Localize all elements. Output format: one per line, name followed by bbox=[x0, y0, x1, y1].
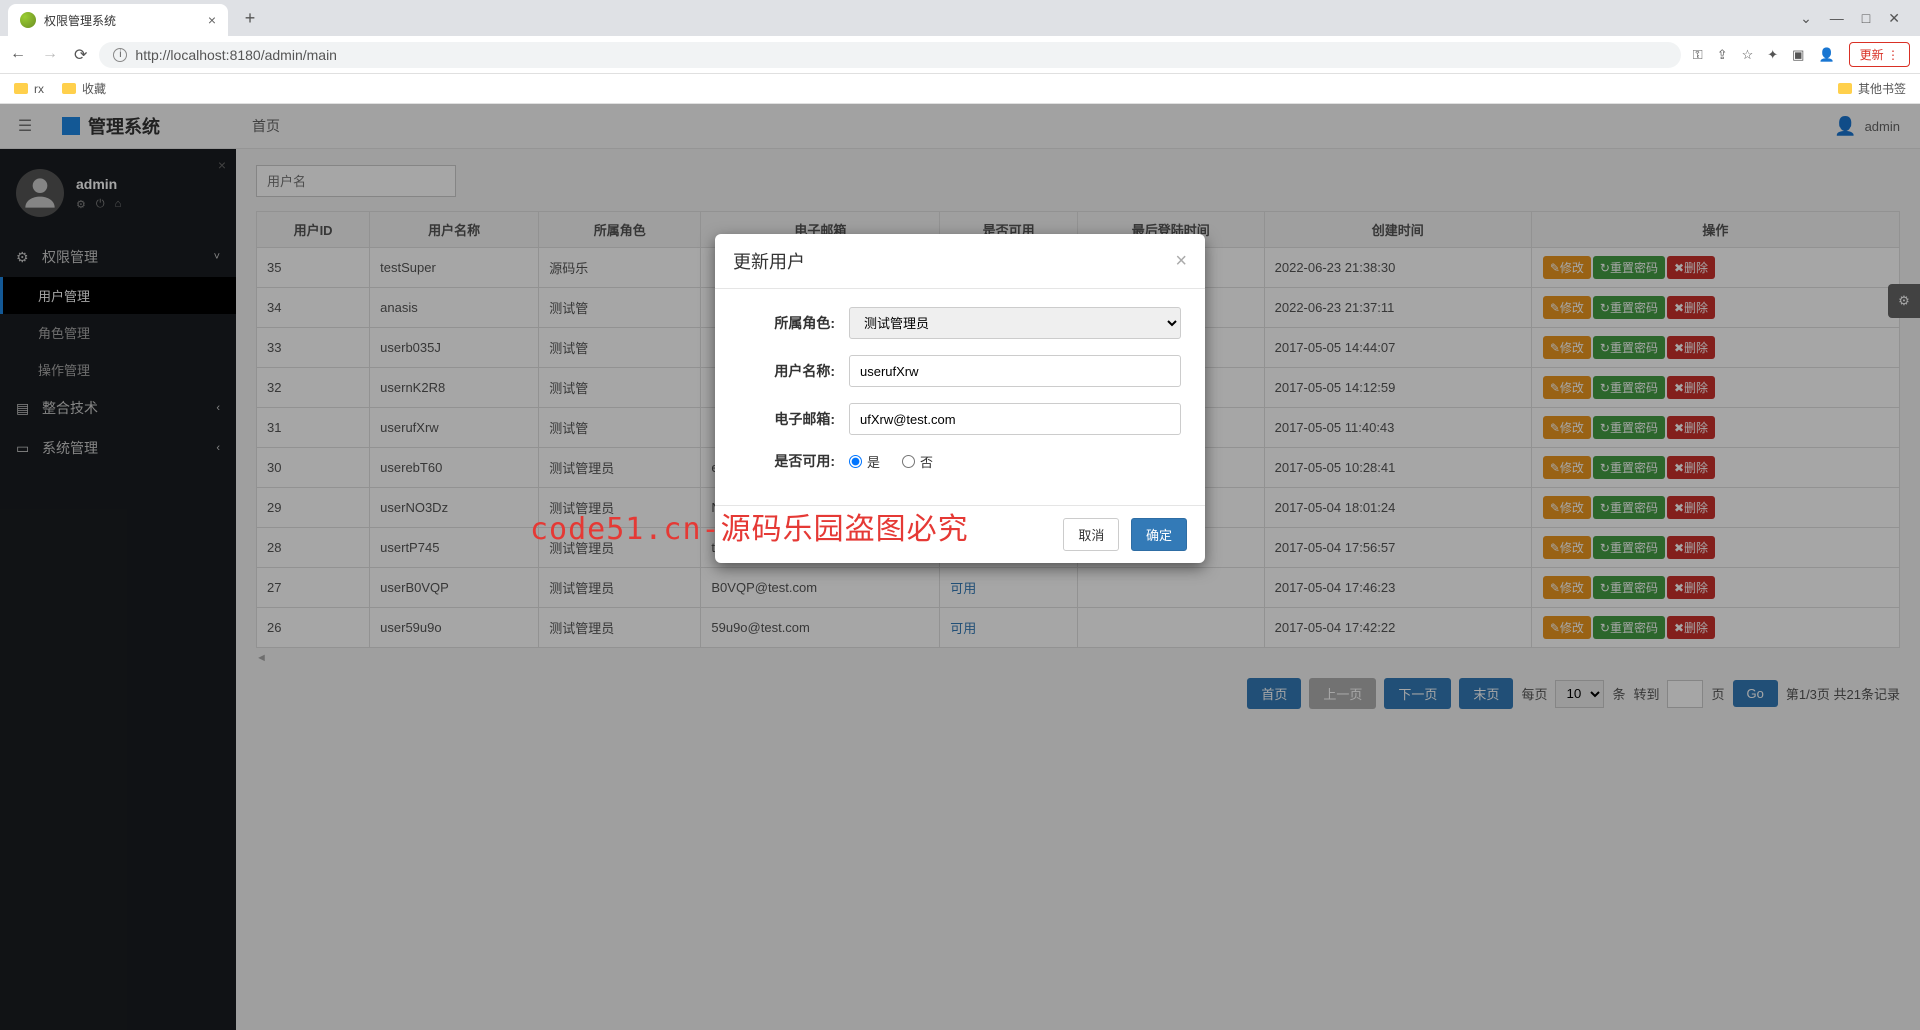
favicon-icon bbox=[20, 12, 36, 28]
profile-icon[interactable]: 👤 bbox=[1818, 47, 1834, 63]
email-input[interactable] bbox=[849, 403, 1181, 435]
tab-title: 权限管理系统 bbox=[44, 12, 200, 29]
browser-update-button[interactable]: 更新 ⋮ bbox=[1849, 42, 1910, 67]
address-bar: ← → ⟳ i http://localhost:8180/admin/main… bbox=[0, 36, 1920, 74]
folder-icon bbox=[1838, 83, 1852, 94]
folder-icon bbox=[14, 83, 28, 94]
window-controls: ⌄ — □ ✕ bbox=[1800, 10, 1912, 27]
radio-yes[interactable]: 是 bbox=[849, 452, 880, 471]
minimize-icon[interactable]: — bbox=[1830, 10, 1844, 27]
radio-no-input[interactable] bbox=[902, 455, 915, 468]
maximize-icon[interactable]: □ bbox=[1862, 10, 1870, 27]
browser-tab[interactable]: 权限管理系统 × bbox=[8, 4, 228, 36]
key-icon[interactable]: ⚿ bbox=[1693, 47, 1703, 63]
available-label: 是否可用: bbox=[739, 451, 849, 471]
username-label: 用户名称: bbox=[739, 361, 849, 381]
email-label: 电子邮箱: bbox=[739, 409, 849, 429]
forward-icon[interactable]: → bbox=[42, 45, 58, 65]
username-input[interactable] bbox=[849, 355, 1181, 387]
browser-chrome: 权限管理系统 × + ⌄ — □ ✕ ← → ⟳ i http://localh… bbox=[0, 0, 1920, 104]
reload-icon[interactable]: ⟳ bbox=[74, 45, 87, 65]
radio-no[interactable]: 否 bbox=[902, 452, 933, 471]
radio-yes-input[interactable] bbox=[849, 455, 862, 468]
chevron-down-icon[interactable]: ⌄ bbox=[1800, 10, 1812, 27]
modal-title: 更新用户 bbox=[733, 248, 805, 274]
close-window-icon[interactable]: ✕ bbox=[1888, 10, 1900, 27]
role-label: 所属角色: bbox=[739, 313, 849, 333]
confirm-button[interactable]: 确定 bbox=[1131, 518, 1187, 551]
update-user-modal: 更新用户 × 所属角色: 测试管理员 用户名称: 电子邮箱: 是否可用: 是 bbox=[715, 234, 1205, 563]
share-icon[interactable]: ⇪ bbox=[1717, 47, 1728, 63]
bookmark-fav[interactable]: 收藏 bbox=[62, 80, 106, 97]
app: ☰ 管理系统 首页 👤 admin × admin ⚙ ⏻ bbox=[0, 104, 1920, 1030]
modal-close-icon[interactable]: × bbox=[1175, 250, 1187, 273]
url-text: http://localhost:8180/admin/main bbox=[135, 47, 337, 63]
other-bookmarks[interactable]: 其他书签 bbox=[1838, 80, 1906, 97]
role-select[interactable]: 测试管理员 bbox=[849, 307, 1181, 339]
panel-icon[interactable]: ▣ bbox=[1792, 47, 1804, 63]
folder-icon bbox=[62, 83, 76, 94]
bookmarks-bar: rx 收藏 其他书签 bbox=[0, 74, 1920, 104]
bookmark-rx[interactable]: rx bbox=[14, 82, 44, 96]
tab-bar: 权限管理系统 × + ⌄ — □ ✕ bbox=[0, 0, 1920, 36]
tab-close-icon[interactable]: × bbox=[208, 12, 216, 28]
new-tab-button[interactable]: + bbox=[236, 4, 264, 32]
info-icon[interactable]: i bbox=[113, 48, 127, 62]
star-icon[interactable]: ☆ bbox=[1742, 47, 1754, 63]
url-box[interactable]: i http://localhost:8180/admin/main bbox=[99, 42, 1680, 68]
extensions-icon[interactable]: ✦ bbox=[1767, 47, 1778, 63]
back-icon[interactable]: ← bbox=[10, 45, 26, 65]
cancel-button[interactable]: 取消 bbox=[1063, 518, 1119, 551]
